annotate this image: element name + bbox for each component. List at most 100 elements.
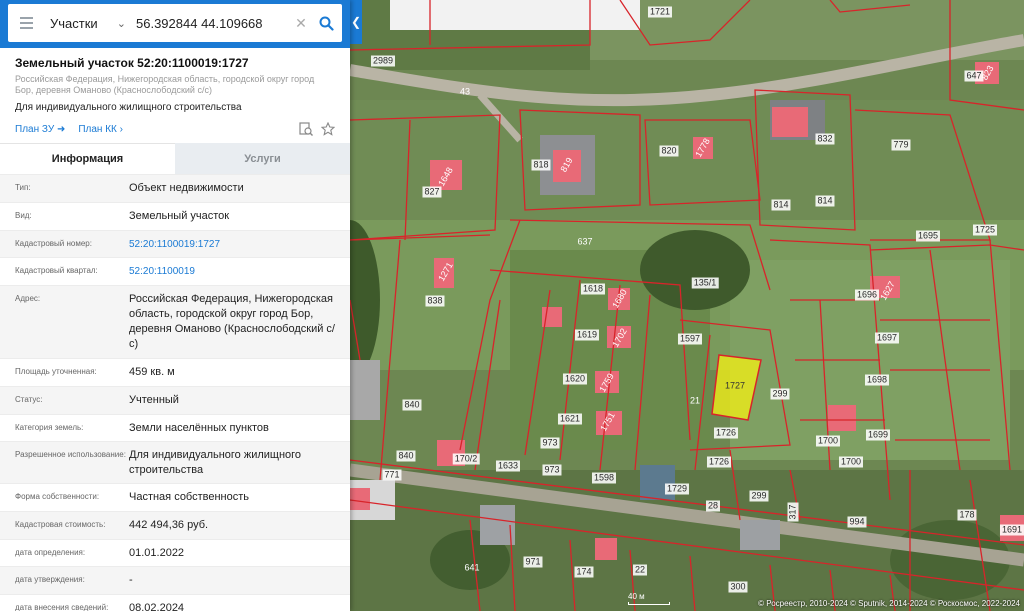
star-icon[interactable] [321,122,335,136]
info-panel: Участки ⌄ ✕ Земельный участок 52:20:1100… [0,0,350,611]
parcel-label[interactable]: 814 [815,195,835,207]
parcel-label[interactable]: 818 [531,159,551,171]
parcel-label[interactable]: 1721 [647,6,673,18]
map-copyright[interactable]: © Росреестр, 2010-2024 © Sputnik, 2014-2… [758,599,1020,608]
info-value: Земли населённых пунктов [129,422,269,434]
parcel-label[interactable]: 299 [749,490,769,502]
search-button[interactable] [310,4,342,42]
parcel-label[interactable]: 840 [396,450,416,462]
info-row: Кадастровый номер: 52:20:1100019:1727 [0,230,350,257]
parcel-label[interactable]: 1699 [865,429,891,441]
parcel-label[interactable]: 2989 [370,55,396,67]
info-value: Учтенный [129,394,179,406]
object-region: Российская Федерация, Нижегородская обла… [15,74,315,95]
menu-icon [19,17,33,19]
info-row: Вид: Земельный участок [0,202,350,230]
clear-icon[interactable]: ✕ [292,15,310,32]
parcel-label[interactable]: 838 [425,295,445,307]
collapse-panel-button[interactable]: ❮ [350,0,362,44]
plan-zoom-icon[interactable] [299,122,313,136]
parcel-label[interactable]: 771 [382,469,402,481]
arrow-right-icon: ➜ [56,123,66,135]
cadastral-quarter-link[interactable]: 52:20:1100019 [129,258,335,285]
info-row: Площадь уточненная: 459 кв. м [0,358,350,386]
parcel-label[interactable]: 814 [771,199,791,211]
parcel-label[interactable]: 1729 [664,483,690,495]
info-value: Частная собственность [129,491,250,503]
parcel-label[interactable]: 300 [728,581,748,593]
plan-kk-link[interactable]: План КК › [78,124,123,135]
tab-services[interactable]: Услуги [175,143,350,174]
parcel-label[interactable]: 1698 [864,374,890,386]
search-type-label: Участки [50,15,98,31]
parcel-label[interactable]: 1725 [972,224,998,236]
parcel-label[interactable]: 299 [770,388,790,400]
cadastral-number-link[interactable]: 52:20:1100019:1727 [129,231,335,257]
info-label: Кадастровый номер: [15,239,92,248]
tab-information[interactable]: Информация [0,143,175,174]
parcel-label[interactable]: 1620 [562,373,588,385]
info-label: дата внесения сведений: [15,603,109,611]
info-row: Тип: Объект недвижимости [0,174,350,202]
map-canvas[interactable] [350,0,1024,611]
parcel-label[interactable]: 1700 [838,456,864,468]
parcel-label[interactable]: 832 [815,133,835,145]
chevron-left-icon: ❮ [350,15,362,29]
parcel-label[interactable]: 21 [688,396,702,407]
search-type-select[interactable]: Участки ⌄ [44,4,132,42]
parcel-label[interactable]: 1691 [999,524,1024,536]
info-value: - [129,574,133,586]
object-header: Земельный участок 52:20:1100019:1727 Рос… [0,48,350,137]
info-value: 459 кв. м [129,366,175,378]
parcel-label[interactable]: 170/2 [452,453,480,465]
parcel-label[interactable]: 178 [957,509,977,521]
parcel-label[interactable]: 135/1 [691,277,719,289]
parcel-label[interactable]: 43 [458,87,472,98]
plan-zu-link[interactable]: План ЗУ ➜ [15,124,65,135]
parcel-label[interactable]: 317 [787,502,799,522]
parcel-label[interactable]: 174 [574,566,594,578]
info-label: Вид: [15,211,32,220]
parcel-label[interactable]: 637 [575,237,594,248]
parcel-label[interactable]: 779 [891,139,911,151]
chevron-down-icon: ⌄ [116,17,126,30]
info-value: 01.01.2022 [129,547,185,559]
selected-parcel-label[interactable]: 1727 [723,381,747,392]
parcel-label[interactable]: 1598 [591,472,617,484]
menu-button[interactable] [8,4,44,42]
parcel-label[interactable]: 971 [523,556,543,568]
parcel-label[interactable]: 973 [542,464,562,476]
info-row: Форма собственности: Частная собственнос… [0,483,350,511]
parcel-label[interactable]: 1633 [495,460,521,472]
parcel-label[interactable]: 1597 [677,333,703,345]
info-label: Кадастровая стоимость: [15,520,106,529]
parcel-label[interactable]: 1726 [713,427,739,439]
parcel-label[interactable]: 1697 [874,332,900,344]
parcel-label[interactable]: 1618 [580,283,606,295]
search-icon [319,16,334,31]
plan-links: План ЗУ ➜ План КК › [15,121,335,137]
info-label: Статус: [15,395,43,404]
parcel-label[interactable]: 1621 [557,413,583,425]
parcel-label[interactable]: 827 [422,186,442,198]
parcel-label[interactable]: 22 [632,564,648,576]
map-view[interactable]: 1721 2989 43 647 823 818 819 820 1778 83… [350,0,1024,611]
info-row: Категория земель: Земли населённых пункт… [0,414,350,441]
parcel-label[interactable]: 1700 [815,435,841,447]
parcel-label[interactable]: 1726 [706,456,732,468]
info-value: Для индивидуального жилищного строительс… [129,449,302,476]
info-row: дата определения: 01.01.2022 [0,539,350,566]
parcel-label[interactable]: 1619 [574,329,600,341]
parcel-label[interactable]: 994 [847,516,867,528]
parcel-label[interactable]: 1695 [915,230,941,242]
parcel-label[interactable]: 1696 [854,289,880,301]
parcel-label[interactable]: 28 [705,500,721,512]
info-value: Российская Федерация, Нижегородская обла… [129,293,335,350]
search-input[interactable] [132,8,292,38]
parcel-label[interactable]: 820 [659,145,679,157]
parcel-label[interactable]: 973 [540,437,560,449]
parcel-label[interactable]: 840 [402,399,422,411]
parcel-label[interactable]: 641 [462,563,481,574]
info-label: дата утверждения: [15,575,85,584]
scale-label: 40 м [628,592,645,601]
